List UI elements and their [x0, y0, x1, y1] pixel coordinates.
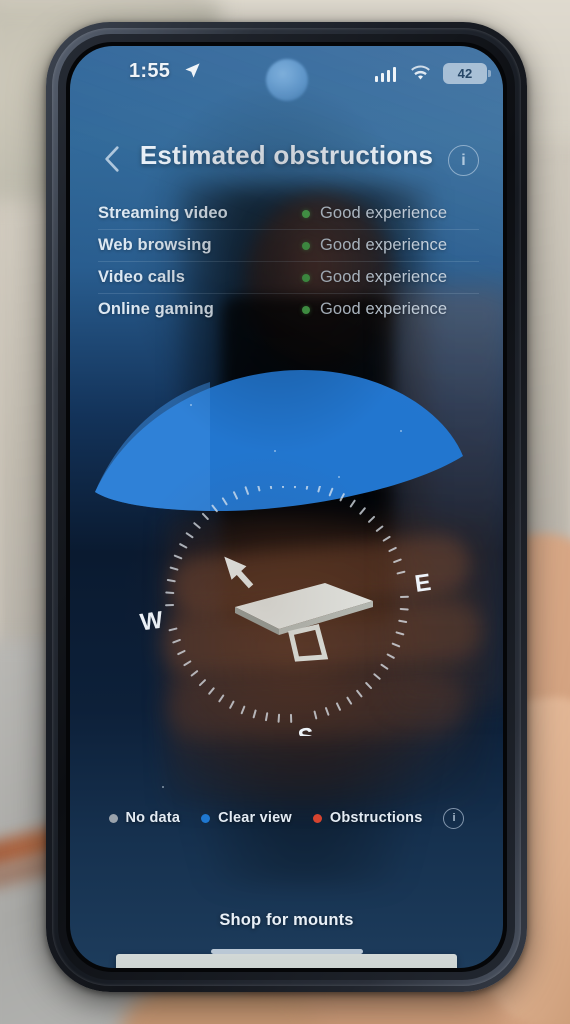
front-camera-punch-hole — [265, 59, 308, 101]
screen-dust-speck — [162, 786, 164, 788]
screen-dust-speck — [274, 450, 276, 452]
screen-dust-speck — [338, 476, 340, 478]
status-clock: 1:55 — [129, 60, 171, 82]
phone-bezel: 1:55 42 Estimated obstructions i Streami… — [66, 42, 507, 972]
wifi-icon — [411, 65, 430, 80]
status-bar: 1:55 42 — [70, 46, 503, 101]
experience-row[interactable]: Streaming video Good experience — [98, 198, 479, 230]
satellite-dish-icon — [234, 583, 373, 662]
legend-info-glyph: i — [452, 811, 456, 824]
page-header: Estimated obstructions i — [70, 134, 503, 188]
experience-status: Good experience — [302, 236, 447, 255]
experience-status: Good experience — [302, 204, 447, 223]
shop-for-mounts-link[interactable]: Shop for mounts — [70, 911, 503, 930]
experience-row[interactable]: Online gaming Good experience — [98, 294, 479, 325]
battery-level-label: 42 — [457, 66, 473, 81]
status-dot-icon — [302, 305, 310, 314]
compass-label-south: S — [296, 723, 316, 736]
experience-label: Video calls — [98, 268, 186, 286]
experience-status-label: Good experience — [320, 268, 448, 286]
status-dot-icon — [302, 273, 310, 282]
status-dot-icon — [302, 209, 310, 218]
home-indicator[interactable] — [210, 949, 363, 954]
experience-row[interactable]: Video calls Good experience — [98, 262, 479, 294]
try-again-button[interactable]: Try again — [116, 954, 457, 968]
try-again-label: Try again — [249, 967, 323, 969]
info-glyph: i — [461, 151, 466, 169]
legend-item-obstructions: Obstructions — [312, 810, 423, 826]
obstructions-dot-icon — [312, 813, 322, 823]
experience-status-label: Good experience — [320, 204, 448, 222]
legend-item-no-data: No data — [108, 810, 181, 826]
no-data-dot-icon — [108, 813, 118, 823]
legend-info-circle-icon[interactable]: i — [443, 807, 465, 829]
compass-label-west: W — [138, 607, 165, 637]
legend-label: Obstructions — [329, 810, 423, 826]
map-legend: No data Clear view Obstructions i — [70, 802, 503, 834]
experience-status-label: Good experience — [320, 236, 448, 254]
experience-status: Good experience — [302, 300, 447, 319]
experience-list: Streaming video Good experience Web brow… — [98, 198, 479, 325]
experience-status-label: Good experience — [320, 300, 448, 318]
status-dot-icon — [302, 241, 310, 250]
experience-label: Web browsing — [98, 236, 212, 254]
screen-dust-speck — [190, 404, 192, 406]
sky-view-visualization[interactable]: N E S W — [70, 346, 503, 766]
legend-label: No data — [125, 810, 181, 826]
heading-arrow-icon — [223, 556, 253, 589]
experience-status: Good experience — [302, 268, 447, 287]
info-circle-icon[interactable]: i — [448, 145, 479, 176]
location-arrow-icon — [185, 63, 200, 78]
experience-label: Online gaming — [98, 300, 214, 318]
clear-view-dot-icon — [201, 813, 211, 823]
compass-label-east: E — [413, 569, 433, 598]
legend-item-clear-view: Clear view — [201, 810, 292, 826]
legend-label: Clear view — [218, 810, 292, 826]
experience-label: Streaming video — [98, 204, 228, 222]
battery-indicator: 42 — [443, 63, 491, 84]
screen-dust-speck — [400, 430, 402, 432]
page-title: Estimated obstructions — [139, 140, 434, 170]
phone-screen: 1:55 42 Estimated obstructions i Streami… — [70, 46, 503, 968]
cellular-signal-icon — [374, 66, 396, 82]
experience-row[interactable]: Web browsing Good experience — [98, 230, 479, 262]
phone-device: 1:55 42 Estimated obstructions i Streami… — [46, 22, 527, 992]
compass-rose: N E S W — [138, 486, 433, 736]
